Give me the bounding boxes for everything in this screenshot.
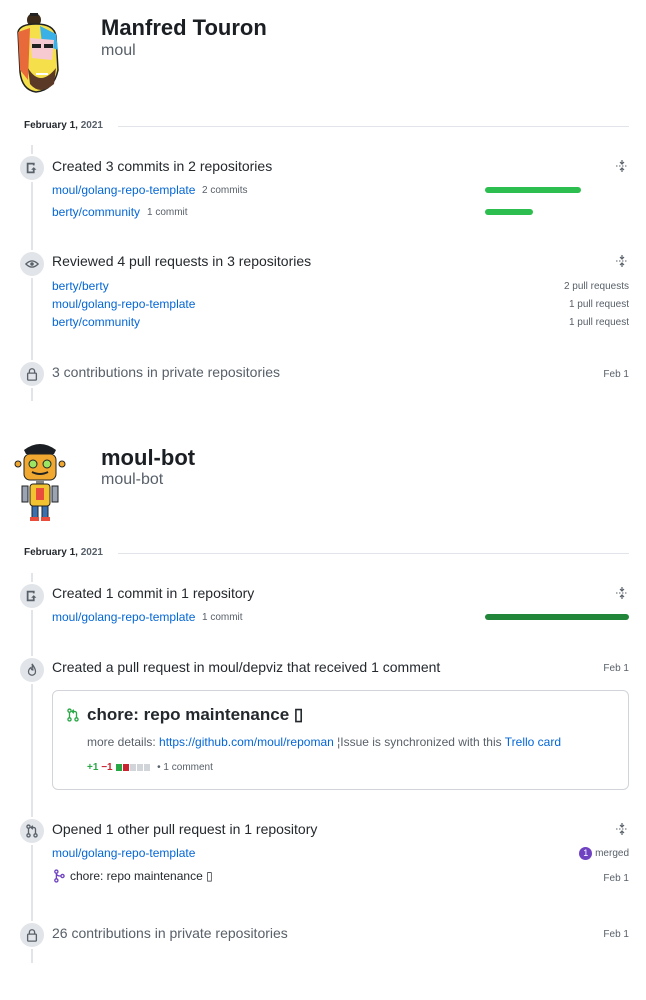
commit-bar — [485, 187, 581, 193]
timeline-rail — [31, 573, 33, 963]
pr-title-emoji: ▯ — [293, 705, 304, 724]
merged-status: 1 merged — [579, 847, 629, 860]
git-pull-request-icon — [18, 817, 46, 845]
merged-count-badge: 1 — [579, 847, 593, 860]
flame-icon — [18, 656, 46, 684]
opened-pr-title[interactable]: chore: repo maintenance — [70, 869, 203, 883]
commit-count: 1 commit — [147, 207, 188, 218]
avatar[interactable] — [10, 10, 66, 96]
repo-push-icon — [18, 582, 46, 610]
pr-title-link[interactable]: chore: repo maintenance ▯ — [87, 705, 303, 725]
event-date: Feb 1 — [603, 663, 629, 674]
diff-additions: +1 — [87, 762, 99, 773]
private-contributions: 26 contributions in private repositories — [52, 925, 288, 941]
commit-repo-link[interactable]: moul/golang-repo-template — [52, 610, 195, 624]
user-name[interactable]: moul-bot — [101, 445, 195, 471]
review-count: 2 pull requests — [563, 281, 629, 292]
review-repo-link[interactable]: berty/community — [52, 315, 140, 329]
date-year: 2021 — [80, 120, 103, 131]
review-repo-link[interactable]: berty/berty — [52, 279, 109, 293]
pr-body-prefix: more details: — [87, 735, 160, 749]
commits-summary: Created 3 commits in 2 repositories — [52, 158, 273, 174]
date-divider — [118, 126, 629, 127]
date-divider — [118, 553, 629, 554]
fold-icon[interactable] — [615, 254, 629, 268]
git-merge-icon — [53, 869, 65, 888]
fold-icon[interactable] — [615, 586, 629, 600]
diff-deletions: −1 — [101, 762, 113, 773]
commit-count: 2 commits — [202, 185, 248, 196]
pr-created-summary: Created a pull request in moul/depviz th… — [52, 659, 441, 675]
pr-body-mid: ¦Issue is synchronized with this — [333, 735, 505, 749]
user-login[interactable]: moul — [101, 42, 136, 60]
avatar[interactable] — [14, 440, 66, 522]
lock-icon — [18, 360, 46, 388]
commits-summary: Created 1 commit in 1 repository — [52, 585, 255, 601]
date-header: February 1, 2021 — [24, 547, 103, 558]
opened-summary: Opened 1 other pull request in 1 reposit… — [52, 821, 318, 837]
fold-icon[interactable] — [615, 159, 629, 173]
fold-icon[interactable] — [615, 822, 629, 836]
pr-title-text[interactable]: chore: repo maintenance — [87, 705, 289, 724]
event-date: Feb 1 — [603, 873, 629, 884]
diff-blocks — [116, 762, 154, 773]
lock-icon — [18, 921, 46, 949]
commit-count: 1 commit — [202, 612, 243, 623]
merged-label: merged — [595, 848, 629, 859]
event-date: Feb 1 — [603, 369, 629, 380]
date-header: February 1, 2021 — [24, 120, 103, 131]
user-login[interactable]: moul-bot — [101, 471, 163, 489]
git-pull-request-icon — [66, 708, 80, 727]
commit-repo-link[interactable]: moul/golang-repo-template — [52, 183, 195, 197]
opened-pr-link[interactable]: chore: repo maintenance ▯ — [70, 869, 213, 883]
review-count: 1 pull request — [568, 299, 629, 310]
opened-pr-emoji: ▯ — [206, 869, 213, 883]
date-year: 2021 — [80, 547, 103, 558]
pr-diffstat: +1 −1 • 1 comment — [87, 762, 213, 773]
user-name[interactable]: Manfred Touron — [101, 15, 267, 41]
date-month-day: February 1, — [24, 547, 78, 558]
commit-bar — [485, 614, 629, 620]
event-date: Feb 1 — [603, 929, 629, 940]
review-repo-link[interactable]: moul/golang-repo-template — [52, 297, 195, 311]
reviews-summary: Reviewed 4 pull requests in 3 repositori… — [52, 253, 312, 269]
private-contributions: 3 contributions in private repositories — [52, 364, 281, 380]
commit-repo-link[interactable]: berty/community — [52, 205, 140, 219]
date-month-day: February 1, — [24, 120, 78, 131]
pr-comments-count: • 1 comment — [157, 762, 213, 773]
eye-icon — [18, 250, 46, 278]
pr-body-trello-link[interactable]: Trello card — [505, 735, 561, 749]
repo-push-icon — [18, 154, 46, 182]
commit-bar — [485, 209, 533, 215]
pr-body-link[interactable]: https://github.com/moul/repoman — [159, 735, 334, 749]
review-count: 1 pull request — [568, 317, 629, 328]
opened-repo-link[interactable]: moul/golang-repo-template — [52, 846, 195, 860]
pr-body: more details: https://github.com/moul/re… — [87, 735, 561, 749]
